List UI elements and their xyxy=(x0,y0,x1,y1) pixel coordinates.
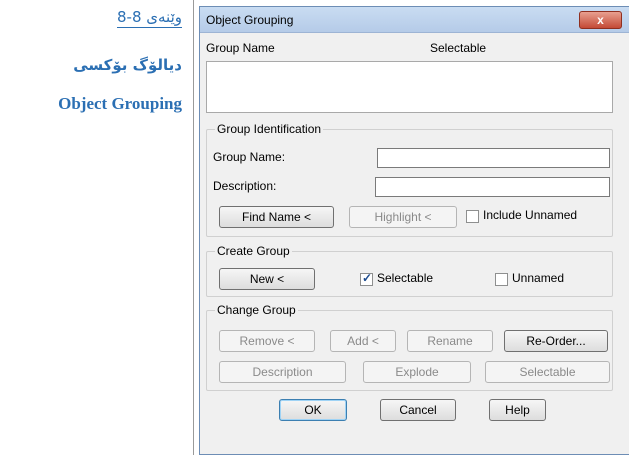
include-unnamed-label[interactable]: Include Unnamed xyxy=(483,208,577,222)
ok-button[interactable]: OK xyxy=(279,399,347,421)
create-group-title: Create Group xyxy=(215,244,292,258)
unnamed-checkbox[interactable] xyxy=(495,273,508,286)
title-bar[interactable]: Object Grouping x xyxy=(200,7,629,33)
caption-title-kurdish: دیالۆگ بۆکسی xyxy=(73,56,182,74)
description-button[interactable]: Description xyxy=(219,361,346,383)
reorder-button[interactable]: Re-Order... xyxy=(504,330,608,352)
figure-number: وێنەی 8-8 xyxy=(116,8,182,28)
group-name-field[interactable] xyxy=(377,148,610,168)
highlight-button[interactable]: Highlight < xyxy=(349,206,457,228)
create-group-section: Create Group New < ✓ Selectable Unnamed xyxy=(206,244,613,297)
add-button[interactable]: Add < xyxy=(330,330,396,352)
unnamed-label[interactable]: Unnamed xyxy=(512,271,564,285)
close-button[interactable]: x xyxy=(579,11,622,29)
selectable-label[interactable]: Selectable xyxy=(377,271,433,285)
groups-list[interactable] xyxy=(206,61,613,113)
explode-button[interactable]: Explode xyxy=(363,361,471,383)
remove-button[interactable]: Remove < xyxy=(219,330,315,352)
change-group-section: Change Group Remove < Add < Rename Re-Or… xyxy=(206,303,613,391)
rename-button[interactable]: Rename xyxy=(407,330,493,352)
column-header-group-name[interactable]: Group Name xyxy=(206,41,275,55)
close-icon: x xyxy=(597,13,604,27)
description-label: Description: xyxy=(213,179,277,193)
dialog-title: Object Grouping xyxy=(206,13,294,27)
caption-title-english: Object Grouping xyxy=(58,94,182,113)
checkmark-icon: ✓ xyxy=(362,271,373,285)
caption-divider xyxy=(193,0,194,455)
group-identification-title: Group Identification xyxy=(215,122,324,136)
include-unnamed-checkbox[interactable] xyxy=(466,210,479,223)
object-grouping-dialog: Object Grouping x Group Name Selectable … xyxy=(199,6,629,455)
description-field[interactable] xyxy=(375,177,610,197)
figure-caption: وێنەی 8-8 دیالۆگ بۆکسی Object Grouping xyxy=(0,0,190,455)
find-name-button[interactable]: Find Name < xyxy=(219,206,334,228)
new-button[interactable]: New < xyxy=(219,268,315,290)
help-button[interactable]: Help xyxy=(489,399,546,421)
group-identification-section: Group Identification Group Name: Descrip… xyxy=(206,122,613,237)
selectable-checkbox[interactable]: ✓ xyxy=(360,271,373,286)
change-group-title: Change Group xyxy=(215,303,298,317)
cancel-button[interactable]: Cancel xyxy=(380,399,456,421)
group-name-label: Group Name: xyxy=(213,150,286,164)
selectable-button[interactable]: Selectable xyxy=(485,361,610,383)
column-header-selectable[interactable]: Selectable xyxy=(430,41,486,55)
